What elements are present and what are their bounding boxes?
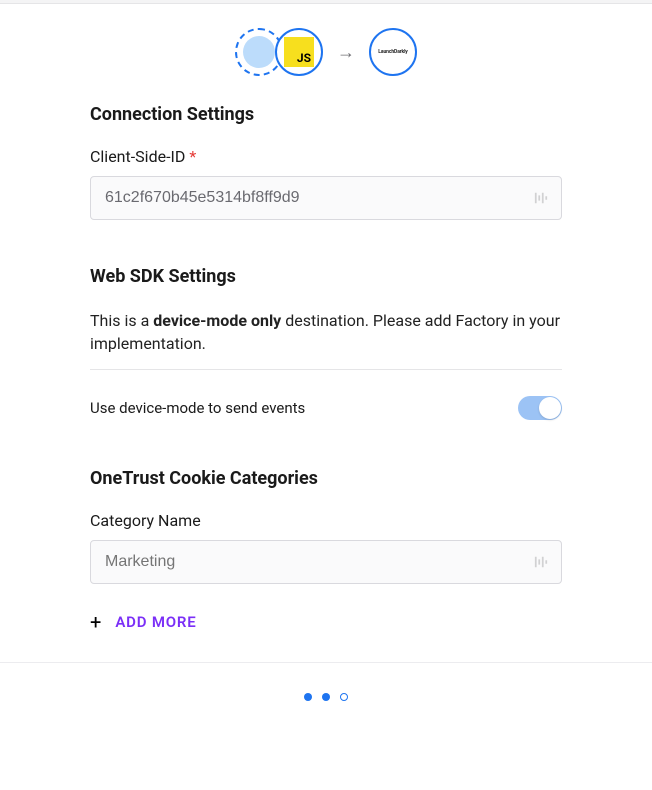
device-mode-toggle[interactable] [518, 396, 562, 420]
web-sdk-settings-title: Web SDK Settings [90, 266, 562, 287]
step-dot-1[interactable] [304, 693, 312, 701]
device-mode-toggle-row: Use device-mode to send events [90, 396, 562, 420]
category-name-label: Category Name [90, 511, 562, 530]
client-side-id-label: Client-Side-ID * [90, 147, 562, 166]
destination-label: LaunchDarkly [378, 49, 407, 55]
step-indicator [0, 662, 652, 723]
web-sdk-helper-text: This is a device-mode only destination. … [90, 309, 562, 370]
client-side-id-label-text: Client-Side-ID [90, 147, 185, 166]
secret-reveal-icon[interactable] [534, 555, 548, 569]
js-icon: JS [284, 37, 314, 67]
toggle-knob-icon [539, 397, 561, 419]
secret-reveal-icon[interactable] [534, 191, 548, 205]
integration-flow: JS → LaunchDarkly [0, 4, 652, 104]
form-content: Connection Settings Client-Side-ID * Web… [0, 104, 652, 662]
source-icon: JS [275, 28, 323, 76]
add-more-label: ADD MORE [115, 613, 196, 631]
plus-icon: + [90, 612, 101, 632]
connection-settings-title: Connection Settings [90, 104, 562, 125]
client-side-id-input[interactable] [90, 176, 562, 220]
step-dot-3[interactable] [340, 693, 348, 701]
helper-bold: device-mode only [153, 311, 281, 330]
arrow-right-icon: → [333, 42, 359, 63]
step-dot-2[interactable] [322, 693, 330, 701]
placeholder-dot-icon [243, 36, 275, 68]
destination-icon: LaunchDarkly [369, 28, 417, 76]
required-asterisk: * [189, 147, 196, 166]
category-name-input[interactable] [90, 540, 562, 584]
add-more-button[interactable]: + ADD MORE [90, 612, 562, 632]
helper-pre: This is a [90, 311, 153, 330]
onetrust-title: OneTrust Cookie Categories [90, 468, 562, 489]
device-mode-toggle-label: Use device-mode to send events [90, 399, 305, 417]
